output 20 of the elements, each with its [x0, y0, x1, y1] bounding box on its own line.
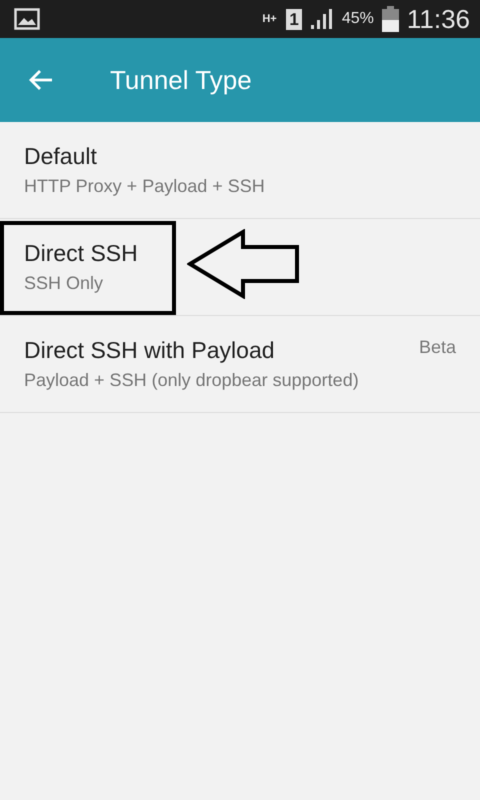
image-icon: [14, 8, 40, 30]
pointer-arrow-icon: [187, 229, 301, 299]
back-icon[interactable]: [28, 69, 54, 91]
item-title: Direct SSH with Payload: [24, 337, 275, 364]
network-type: H+: [262, 14, 278, 24]
item-title: Direct SSH: [24, 240, 138, 267]
battery-icon: [382, 6, 399, 32]
item-subtitle: Payload + SSH (only dropbear supported): [24, 370, 360, 391]
list-item[interactable]: Default HTTP Proxy + Payload + SSH: [0, 122, 480, 219]
list-item[interactable]: Direct SSH with Payload Beta Payload + SSH (only dropbear supported): [0, 316, 480, 413]
screen-title: Tunnel Type: [110, 64, 252, 96]
battery-percent: 45%: [342, 10, 374, 28]
item-subtitle: HTTP Proxy + Payload + SSH: [24, 176, 266, 197]
item-title: Default: [24, 143, 97, 170]
clock: 11:36: [406, 4, 470, 34]
item-tag: Beta: [418, 337, 456, 358]
item-subtitle: SSH Only: [24, 273, 104, 294]
signal-icon: [310, 8, 334, 30]
sim-slot: 1: [286, 8, 302, 30]
list-item[interactable]: Direct SSH SSH Only: [0, 219, 480, 316]
